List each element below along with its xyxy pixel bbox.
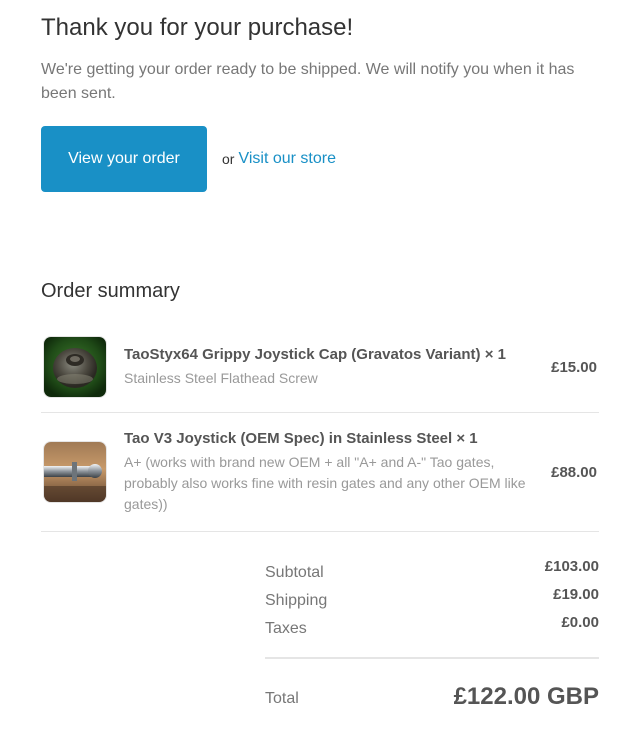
order-item: Tao V3 Joystick (OEM Spec) in Stainless … [41, 413, 599, 532]
page-subtitle: We're getting your order ready to be shi… [41, 61, 575, 102]
action-row: View your order or Visit our store [41, 126, 336, 192]
total-label: Total [265, 690, 299, 707]
joystick-shaft-photo-icon [43, 441, 107, 503]
item-name: Tao V3 Joystick (OEM Spec) in Stainless … [124, 430, 478, 447]
subtotal-row: Subtotal £103.00 [265, 558, 599, 582]
view-order-button[interactable]: View your order [41, 126, 207, 192]
subtotal-label: Subtotal [265, 564, 324, 581]
shipping-label: Shipping [265, 592, 328, 609]
item-info: TaoStyx64 Grippy Joystick Cap (Gravatos … [124, 345, 534, 389]
item-name: TaoStyx64 Grippy Joystick Cap (Gravatos … [124, 346, 506, 363]
item-price: £88.00 [551, 463, 597, 481]
taxes-row: Taxes £0.00 [265, 614, 599, 638]
visit-store-link[interactable]: Visit our store [238, 150, 336, 168]
order-summary-title: Order summary [41, 280, 180, 302]
item-price: £15.00 [551, 358, 597, 376]
shipping-value: £19.00 [553, 586, 599, 603]
subtotal-value: £103.00 [544, 558, 599, 575]
item-variant: Stainless Steel Flathead Screw [124, 370, 318, 386]
joystick-cap-photo-icon [43, 336, 107, 398]
taxes-label: Taxes [265, 620, 307, 637]
shipping-row: Shipping £19.00 [265, 586, 599, 610]
total-value: £122.00 GBP [453, 683, 599, 710]
item-info: Tao V3 Joystick (OEM Spec) in Stainless … [124, 429, 534, 515]
taxes-value: £0.00 [561, 614, 599, 631]
order-item: TaoStyx64 Grippy Joystick Cap (Gravatos … [41, 322, 599, 413]
item-variant: A+ (works with brand new OEM + all "A+ a… [124, 454, 526, 512]
totals-divider [265, 657, 599, 659]
page-title: Thank you for your purchase! [41, 14, 354, 41]
or-text: or [222, 151, 235, 167]
